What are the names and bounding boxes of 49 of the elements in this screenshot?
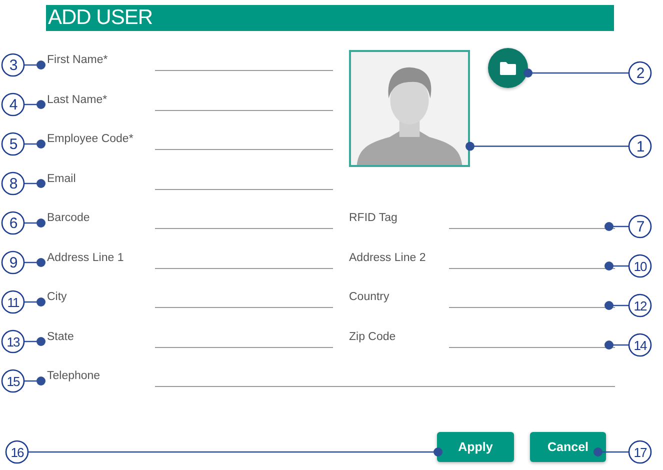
field-label: First Name* [47, 53, 109, 68]
callout-marker: 2 [628, 61, 652, 85]
callout-marker: 8 [1, 172, 25, 196]
field-label: Barcode [47, 211, 91, 226]
leader-line [24, 376, 46, 386]
leader-line [24, 337, 46, 346]
field-label: Last Name* [47, 92, 108, 108]
callout-marker: 1 [628, 134, 652, 158]
leader-line [604, 340, 629, 350]
callout-marker: 4 [1, 92, 25, 116]
callout-marker: 3 [1, 53, 25, 77]
leader-line [24, 179, 46, 188]
callout-marker: 10 [628, 254, 652, 278]
leader-line [604, 262, 629, 270]
field-label: Country [349, 290, 390, 305]
callout-marker: 17 [628, 440, 652, 464]
dialog-title: ADD USER [46, 5, 614, 31]
field-label: State [47, 330, 75, 344]
callout-marker: 16 [5, 440, 29, 464]
field-label: RFID Tag [349, 211, 398, 226]
leader-line [24, 218, 46, 228]
leader-line [24, 140, 46, 148]
callout-marker: 5 [1, 132, 25, 156]
callout-marker: 12 [628, 294, 652, 318]
callout-marker: 15 [1, 369, 25, 393]
callout-marker: 7 [628, 214, 652, 238]
leader-line [24, 298, 46, 306]
apply-button[interactable]: Apply [437, 432, 514, 462]
field-label: Employee Code* [47, 132, 134, 147]
field-label: Address Line 2 [349, 250, 427, 266]
folder-icon [499, 60, 517, 76]
field-label: Zip Code [349, 330, 397, 344]
upload-button[interactable] [488, 48, 528, 88]
field-label: Email [47, 172, 77, 186]
field-label: Address Line 1 [47, 250, 125, 266]
leader-line [24, 100, 46, 109]
cancel-button[interactable]: Cancel [530, 432, 606, 462]
leader-line [604, 222, 629, 231]
leader-line [24, 258, 46, 267]
leader-line [594, 448, 629, 456]
callout-marker: 9 [1, 250, 25, 274]
callout-marker: 6 [1, 211, 25, 235]
callout-marker: 14 [628, 333, 652, 357]
callout-marker: 13 [1, 330, 25, 354]
field-label: City [47, 290, 68, 305]
leader-line [24, 60, 46, 70]
callout-marker: 11 [1, 290, 25, 314]
field-label: Telephone [47, 369, 102, 384]
leader-line [604, 301, 629, 310]
